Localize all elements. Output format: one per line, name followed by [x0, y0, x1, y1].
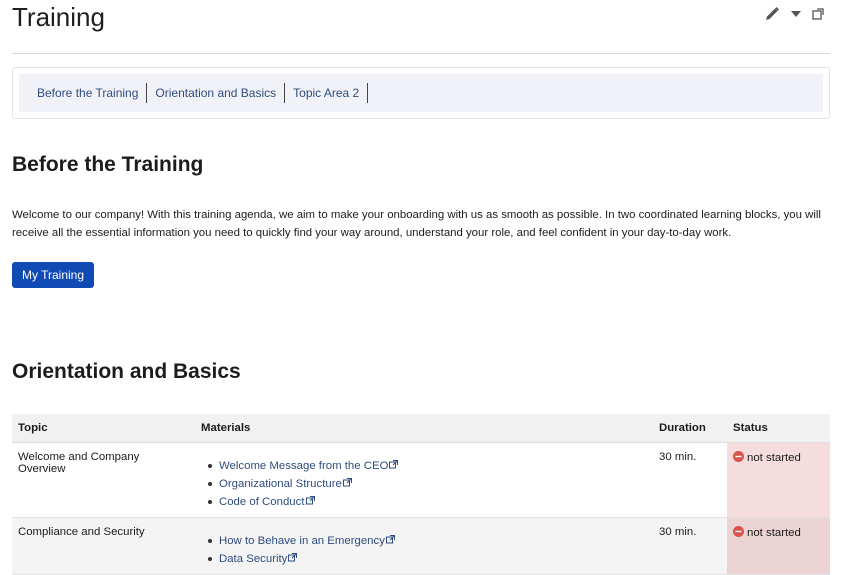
page: Training Before the Training Orientation… [0, 0, 850, 575]
list-item: Data Security [208, 550, 647, 568]
toc-link-before-training[interactable]: Before the Training [37, 83, 148, 103]
expand-icon[interactable] [812, 8, 824, 20]
list-item: Code of Conduct [208, 493, 647, 511]
status-badge: not started [733, 526, 801, 540]
my-training-button[interactable]: My Training [12, 262, 95, 288]
duration-cell: 30 min. [653, 517, 727, 575]
minus-circle-icon [733, 451, 744, 465]
materials-list: Welcome Message from the CEO Organizatio… [201, 457, 647, 511]
topic-cell: Compliance and Security [12, 517, 195, 575]
list-item: Organizational Structure [208, 475, 647, 493]
status-cell: not started [727, 442, 830, 519]
external-link-icon [342, 475, 352, 493]
table-row: Compliance and Security How to Behave in… [12, 517, 830, 575]
duration-cell: 30 min. [653, 442, 727, 519]
topic-cell: Welcome and Company Overview [12, 442, 195, 519]
external-link-icon [305, 493, 315, 511]
page-title: Training [12, 2, 105, 32]
status-text: not started [747, 527, 801, 540]
intro-paragraph: Welcome to our company! With this traini… [12, 209, 821, 239]
external-link-icon [389, 457, 399, 475]
pencil-icon[interactable] [764, 6, 780, 22]
table-of-contents: Before the Training Orientation and Basi… [12, 67, 830, 119]
toc-link-orientation[interactable]: Orientation and Basics [147, 83, 286, 103]
toc-bar: Before the Training Orientation and Basi… [19, 74, 823, 112]
material-link[interactable]: How to Behave in an Emergency [219, 535, 385, 547]
material-link[interactable]: Code of Conduct [219, 496, 305, 508]
caret-down-icon[interactable] [790, 9, 802, 19]
external-link-icon [288, 550, 298, 568]
page-header: Training [12, 0, 830, 54]
training-agenda-table: Topic Materials Duration Status Welcome … [12, 414, 830, 575]
column-header-duration: Duration [653, 414, 727, 443]
materials-cell: Welcome Message from the CEO Organizatio… [195, 442, 653, 519]
status-cell: not started [727, 517, 830, 575]
column-header-materials: Materials [195, 414, 653, 443]
toc-link-topic-area-2[interactable]: Topic Area 2 [285, 83, 369, 103]
section-heading-orientation: Orientation and Basics [12, 360, 241, 383]
materials-cell: How to Behave in an Emergency Data Secur… [195, 517, 653, 575]
column-header-status: Status [727, 414, 830, 443]
minus-circle-icon [733, 526, 744, 540]
column-header-topic: Topic [12, 414, 195, 443]
material-link[interactable]: Welcome Message from the CEO [219, 460, 388, 472]
list-item: How to Behave in an Emergency [208, 532, 647, 550]
status-text: not started [747, 452, 801, 464]
material-link[interactable]: Data Security [219, 553, 287, 565]
table-header-row: Topic Materials Duration Status [12, 414, 830, 443]
table-row: Welcome and Company Overview Welcome Mes… [12, 442, 830, 519]
list-item: Welcome Message from the CEO [208, 457, 647, 475]
material-link[interactable]: Organizational Structure [219, 478, 342, 490]
status-badge: not started [733, 451, 801, 465]
header-actions [764, 6, 824, 22]
materials-list: How to Behave in an Emergency Data Secur… [201, 532, 647, 568]
external-link-icon [385, 532, 395, 550]
section-heading-before-training: Before the Training [12, 153, 204, 176]
